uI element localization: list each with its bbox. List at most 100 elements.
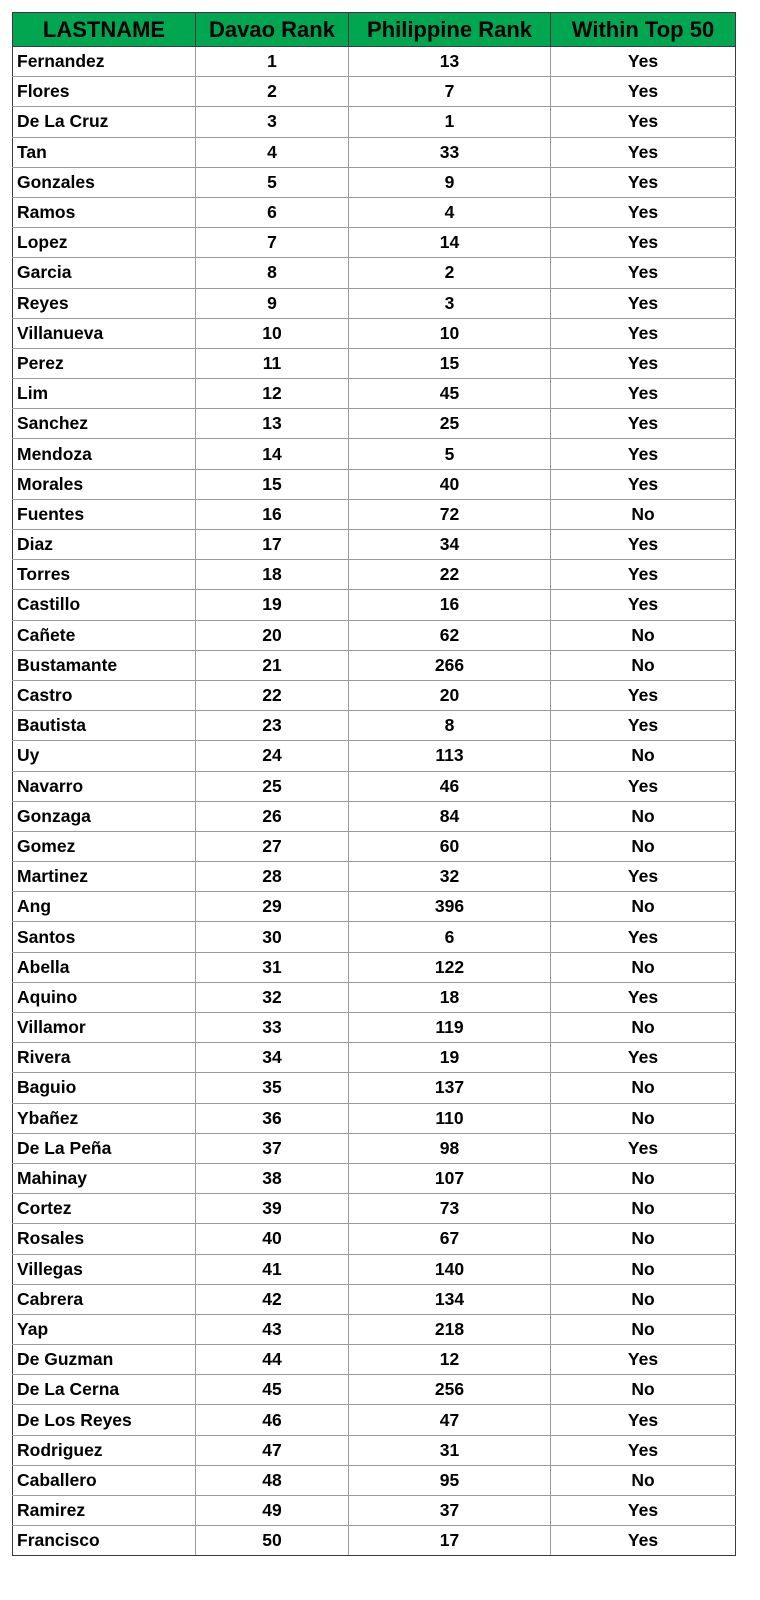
table-row: Cortez 39 73 No (12, 1193, 736, 1225)
cell-philippine-rank: 60 (348, 830, 551, 863)
table-row: De La Cruz 3 1 Yes (12, 106, 736, 138)
table-row: Ramirez 49 37 Yes (12, 1494, 736, 1527)
cell-philippine-rank: 137 (348, 1072, 551, 1104)
cell-davao-rank: 42 (195, 1283, 349, 1315)
table-row: Mahinay 38 107 No (12, 1162, 736, 1195)
cell-davao-rank: 47 (195, 1434, 349, 1466)
cell-lastname: Santos (12, 921, 196, 953)
cell-within-top-50: Yes (550, 408, 736, 440)
cell-philippine-rank: 113 (348, 740, 551, 772)
cell-davao-rank: 6 (195, 196, 349, 229)
cell-philippine-rank: 14 (348, 227, 551, 259)
cell-lastname: Lim (12, 378, 196, 410)
table-row: De La Cerna 45 256 No (12, 1374, 736, 1406)
cell-lastname: Garcia (12, 257, 196, 289)
cell-philippine-rank: 266 (348, 649, 551, 681)
cell-philippine-rank: 396 (348, 891, 551, 923)
cell-davao-rank: 39 (195, 1193, 349, 1225)
cell-davao-rank: 34 (195, 1042, 349, 1074)
cell-within-top-50: No (550, 1193, 736, 1225)
cell-philippine-rank: 10 (348, 317, 551, 349)
cell-lastname: Gomez (12, 830, 196, 863)
cell-within-top-50: Yes (550, 317, 736, 349)
cell-within-top-50: Yes (550, 468, 736, 500)
table-row: Abella 31 122 No (12, 951, 736, 983)
cell-lastname: De La Cruz (12, 106, 196, 138)
cell-within-top-50: Yes (550, 227, 736, 259)
cell-philippine-rank: 72 (348, 498, 551, 531)
cell-davao-rank: 2 (195, 76, 349, 108)
table-row: Uy 24 113 No (12, 740, 736, 772)
cell-within-top-50: Yes (550, 76, 736, 108)
cell-davao-rank: 18 (195, 559, 349, 591)
header-davao-rank: Davao Rank (195, 12, 349, 47)
cell-lastname: Rivera (12, 1042, 196, 1074)
cell-davao-rank: 31 (195, 951, 349, 983)
cell-davao-rank: 35 (195, 1072, 349, 1104)
cell-within-top-50: No (550, 800, 736, 832)
table-row: Rivera 34 19 Yes (12, 1042, 736, 1074)
cell-davao-rank: 29 (195, 891, 349, 923)
cell-lastname: Gonzaga (12, 800, 196, 832)
cell-davao-rank: 3 (195, 106, 349, 138)
cell-lastname: Francisco (12, 1525, 196, 1557)
cell-lastname: Ramirez (12, 1494, 196, 1527)
cell-philippine-rank: 12 (348, 1344, 551, 1376)
cell-philippine-rank: 45 (348, 378, 551, 410)
cell-within-top-50: No (550, 830, 736, 863)
cell-philippine-rank: 25 (348, 408, 551, 440)
table-row: Morales 15 40 Yes (12, 468, 736, 500)
cell-lastname: Abella (12, 951, 196, 983)
cell-within-top-50: Yes (550, 347, 736, 380)
cell-lastname: Mahinay (12, 1162, 196, 1195)
cell-within-top-50: Yes (550, 45, 736, 78)
cell-davao-rank: 30 (195, 921, 349, 953)
cell-lastname: Ybañez (12, 1102, 196, 1134)
cell-lastname: Ang (12, 891, 196, 923)
cell-within-top-50: Yes (550, 1434, 736, 1466)
cell-lastname: Perez (12, 347, 196, 380)
cell-lastname: Morales (12, 468, 196, 500)
table-row: Rodriguez 47 31 Yes (12, 1434, 736, 1466)
table-row: Fernandez 1 13 Yes (12, 45, 736, 78)
cell-lastname: Martinez (12, 861, 196, 893)
table-row: Ybañez 36 110 No (12, 1102, 736, 1134)
cell-within-top-50: No (550, 1072, 736, 1104)
cell-philippine-rank: 9 (348, 166, 551, 198)
cell-philippine-rank: 98 (348, 1132, 551, 1164)
table-row: Francisco 50 17 Yes (12, 1525, 736, 1557)
cell-within-top-50: Yes (550, 921, 736, 953)
cell-davao-rank: 44 (195, 1344, 349, 1376)
cell-lastname: Fuentes (12, 498, 196, 531)
cell-within-top-50: Yes (550, 679, 736, 712)
cell-within-top-50: Yes (550, 438, 736, 470)
table-row: De Los Reyes 46 47 Yes (12, 1404, 736, 1436)
cell-within-top-50: No (550, 1283, 736, 1315)
cell-within-top-50: Yes (550, 1404, 736, 1436)
cell-within-top-50: Yes (550, 106, 736, 138)
cell-davao-rank: 46 (195, 1404, 349, 1436)
cell-lastname: Tan (12, 136, 196, 168)
cell-philippine-rank: 5 (348, 438, 551, 470)
cell-lastname: Flores (12, 76, 196, 108)
table-row: Reyes 9 3 Yes (12, 287, 736, 319)
cell-philippine-rank: 110 (348, 1102, 551, 1134)
cell-philippine-rank: 95 (348, 1464, 551, 1497)
cell-davao-rank: 21 (195, 649, 349, 681)
table-row: Torres 18 22 Yes (12, 559, 736, 591)
table-row: Bustamante 21 266 No (12, 649, 736, 681)
cell-within-top-50: No (550, 1011, 736, 1044)
table-row: Aquino 32 18 Yes (12, 981, 736, 1014)
cell-lastname: Aquino (12, 981, 196, 1014)
cell-philippine-rank: 19 (348, 1042, 551, 1074)
cell-philippine-rank: 1 (348, 106, 551, 138)
cell-davao-rank: 27 (195, 830, 349, 863)
cell-within-top-50: Yes (550, 710, 736, 742)
cell-lastname: Yap (12, 1313, 196, 1346)
cell-philippine-rank: 32 (348, 861, 551, 893)
cell-davao-rank: 20 (195, 619, 349, 651)
cell-philippine-rank: 67 (348, 1223, 551, 1255)
cell-lastname: De Los Reyes (12, 1404, 196, 1436)
cell-philippine-rank: 73 (348, 1193, 551, 1225)
cell-lastname: Villanueva (12, 317, 196, 349)
